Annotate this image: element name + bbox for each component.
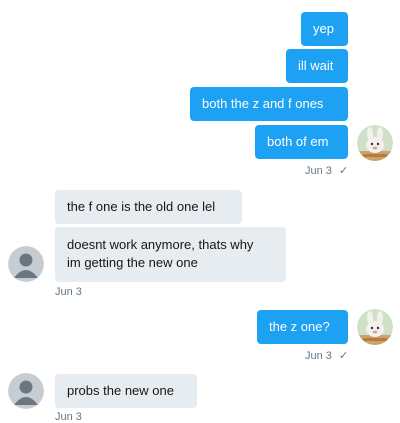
- message-meta-outgoing: Jun 3 ✓: [305, 164, 348, 177]
- message-text: the f one is the old one lel: [67, 199, 216, 214]
- check-icon: ✓: [338, 350, 349, 362]
- message-bubble-incoming[interactable]: probs the new one: [55, 374, 197, 408]
- rabbit-avatar-icon[interactable]: [357, 309, 393, 345]
- message-meta-incoming: Jun 3: [55, 286, 82, 298]
- rabbit-avatar-icon[interactable]: [357, 125, 393, 161]
- default-user-avatar-icon[interactable]: [8, 373, 44, 409]
- message-bubble-incoming[interactable]: doesnt work anymore, thats why im gettin…: [55, 227, 286, 282]
- check-icon: ✓: [338, 165, 349, 177]
- message-date: Jun 3: [305, 165, 332, 177]
- message-text: both of em: [267, 134, 329, 149]
- message-bubble-outgoing[interactable]: the z one?: [257, 310, 348, 344]
- message-meta-incoming: Jun 3: [55, 411, 82, 423]
- message-bubble-outgoing[interactable]: both the z and f ones: [190, 87, 348, 121]
- message-text: ill wait: [298, 58, 334, 73]
- message-text: probs the new one: [67, 383, 174, 398]
- message-text-line-1: doesnt work anymore, thats why: [67, 237, 254, 252]
- message-meta-outgoing: Jun 3 ✓: [305, 349, 348, 362]
- message-text: yep: [313, 21, 334, 36]
- message-bubble-incoming[interactable]: the f one is the old one lel: [55, 190, 242, 224]
- message-bubble-outgoing[interactable]: ill wait: [286, 49, 348, 83]
- message-date: Jun 3: [55, 286, 82, 298]
- message-text: both the z and f ones: [202, 96, 324, 111]
- message-date: Jun 3: [305, 350, 332, 362]
- message-bubble-outgoing[interactable]: both of em: [255, 125, 348, 159]
- message-text-line-2: im getting the new one: [67, 255, 198, 270]
- message-text: the z one?: [269, 319, 330, 334]
- message-date: Jun 3: [55, 411, 82, 423]
- message-bubble-outgoing[interactable]: yep: [301, 12, 348, 46]
- default-user-avatar-icon[interactable]: [8, 246, 44, 282]
